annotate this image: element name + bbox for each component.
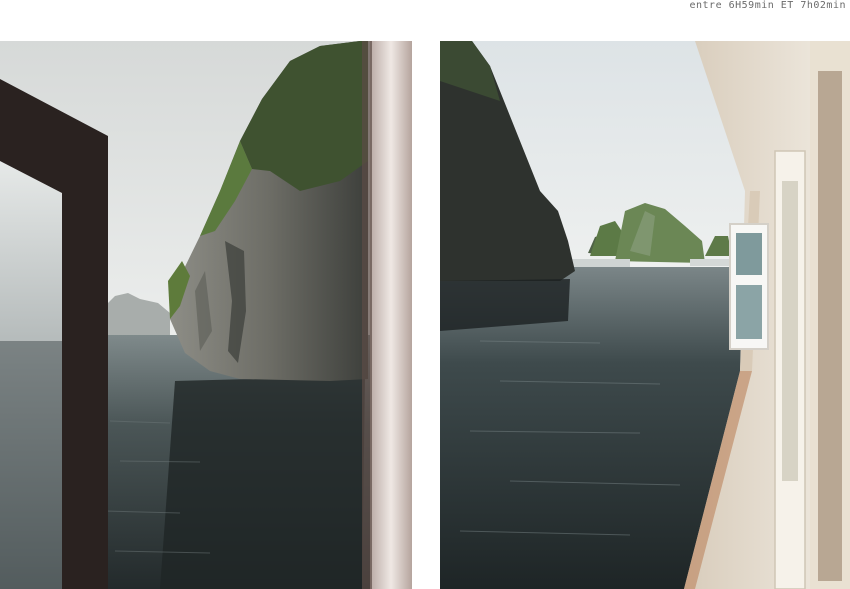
photo-left	[0, 41, 412, 589]
time-caption: entre 6H59min ET 7h02min	[689, 0, 846, 11]
photo-right-scene	[440, 41, 850, 589]
photo-left-scene	[0, 41, 412, 589]
photo-right	[440, 41, 850, 589]
